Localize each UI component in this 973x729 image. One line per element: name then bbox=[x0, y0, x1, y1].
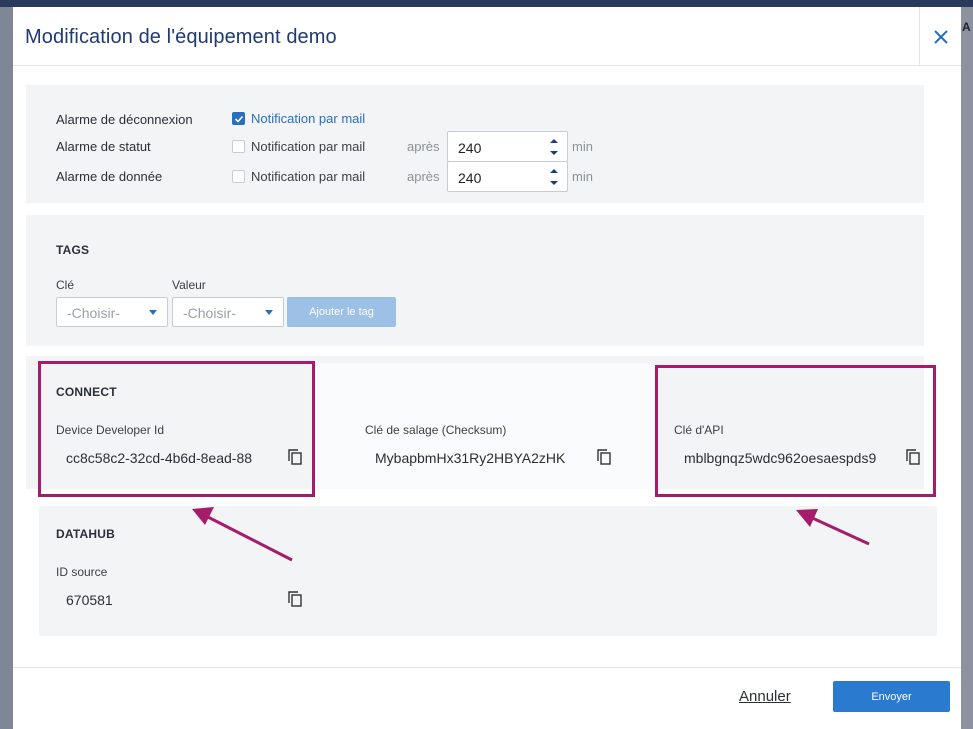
alarm-status-stepper[interactable]: 240 bbox=[447, 131, 568, 162]
background-topbar bbox=[0, 0, 973, 7]
alarm-data-label: Alarme de donnée bbox=[56, 169, 163, 184]
alarm-disconnect-checkbox[interactable] bbox=[232, 112, 245, 125]
check-icon bbox=[234, 115, 244, 123]
alarm-disconnect-label: Alarme de déconnexion bbox=[56, 112, 193, 127]
modal-header: Modification de l'équipement demo bbox=[13, 7, 961, 66]
datahub-panel bbox=[39, 506, 937, 636]
tag-key-placeholder: -Choisir- bbox=[67, 305, 120, 321]
alarm-status-checkbox-label[interactable]: Notification par mail bbox=[251, 139, 365, 154]
alarm-status-label: Alarme de statut bbox=[56, 139, 151, 154]
chevron-down-icon bbox=[265, 310, 273, 315]
tag-key-select[interactable]: -Choisir- bbox=[56, 297, 168, 327]
modal-title: Modification de l'équipement demo bbox=[25, 26, 337, 48]
background-text: A bbox=[962, 20, 971, 34]
background-page-strip bbox=[960, 7, 973, 729]
tag-key-label: Clé bbox=[56, 278, 75, 292]
alarm-data-value: 240 bbox=[458, 170, 482, 186]
alarm-status-after-label: après bbox=[407, 139, 440, 154]
copy-icon[interactable] bbox=[288, 591, 302, 607]
highlight-box-developer-id bbox=[38, 361, 315, 497]
id-source-label: ID source bbox=[56, 565, 108, 579]
alarm-status-unit: min bbox=[572, 139, 593, 154]
send-button[interactable]: Envoyer bbox=[833, 681, 950, 712]
alarm-data-checkbox-label[interactable]: Notification par mail bbox=[251, 169, 365, 184]
copy-icon[interactable] bbox=[597, 449, 611, 465]
alarm-data-checkbox[interactable] bbox=[232, 170, 245, 183]
alarm-status-value: 240 bbox=[458, 140, 482, 156]
tag-value-placeholder: -Choisir- bbox=[183, 305, 236, 321]
salt-label: Clé de salage (Checksum) bbox=[365, 423, 507, 437]
id-source-value[interactable]: 670581 bbox=[66, 592, 216, 608]
datahub-title: DATAHUB bbox=[56, 527, 115, 541]
tag-value-select[interactable]: -Choisir- bbox=[172, 297, 284, 327]
close-icon bbox=[933, 29, 948, 44]
alarm-data-stepper[interactable]: 240 bbox=[447, 161, 568, 192]
salt-value[interactable]: MybapbmHx31Ry2HBYA2zHK bbox=[375, 450, 585, 466]
tag-value-label: Valeur bbox=[172, 278, 206, 292]
highlight-box-api-key bbox=[655, 365, 936, 497]
alarm-status-checkbox[interactable] bbox=[232, 140, 245, 153]
modal-footer bbox=[13, 667, 961, 729]
chevron-down-icon bbox=[149, 310, 157, 315]
stepper-arrows-icon[interactable] bbox=[549, 136, 559, 158]
tags-title: TAGS bbox=[56, 243, 90, 257]
alarm-data-unit: min bbox=[572, 169, 593, 184]
alarm-data-after-label: après bbox=[407, 169, 440, 184]
close-button[interactable] bbox=[919, 7, 961, 66]
alarm-disconnect-checkbox-label[interactable]: Notification par mail bbox=[251, 111, 365, 126]
add-tag-button[interactable]: Ajouter le tag bbox=[287, 297, 396, 327]
cancel-button[interactable]: Annuler bbox=[739, 688, 791, 705]
stepper-arrows-icon[interactable] bbox=[549, 166, 559, 188]
